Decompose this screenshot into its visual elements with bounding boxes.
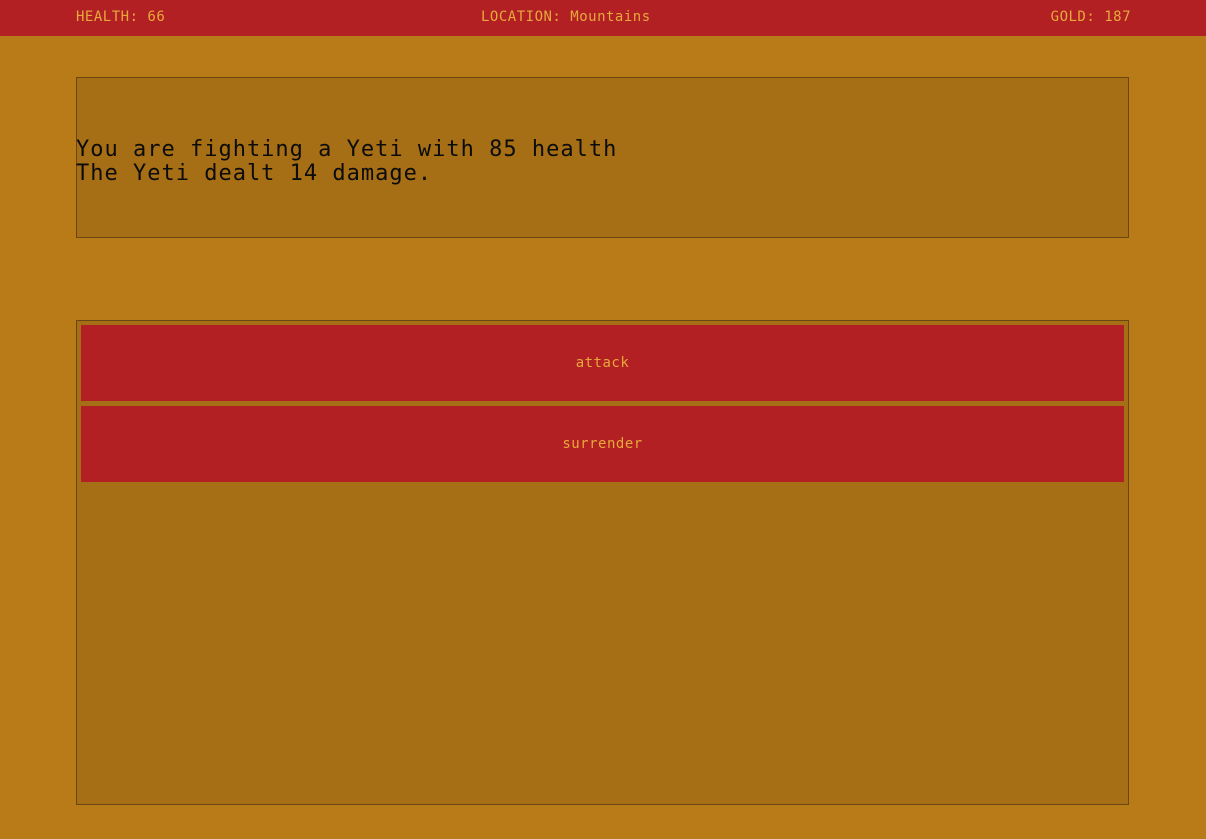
message-line: The Yeti dealt 14 damage. [76,161,433,186]
message-panel: You are fighting a Yeti with 85 health T… [76,77,1129,238]
attack-button[interactable]: attack [81,325,1124,401]
gold-readout: GOLD: 187 [1050,9,1131,25]
location-readout: LOCATION: Mountains [481,9,651,25]
message-line: You are fighting a Yeti with 85 health [76,137,618,162]
actions-panel: attack surrender [76,320,1129,805]
message-text: You are fighting a Yeti with 85 health T… [76,138,617,186]
health-readout: HEALTH: 66 [76,9,166,25]
surrender-button[interactable]: surrender [81,406,1124,482]
status-bar: HEALTH: 66 LOCATION: Mountains GOLD: 187 [0,0,1206,36]
